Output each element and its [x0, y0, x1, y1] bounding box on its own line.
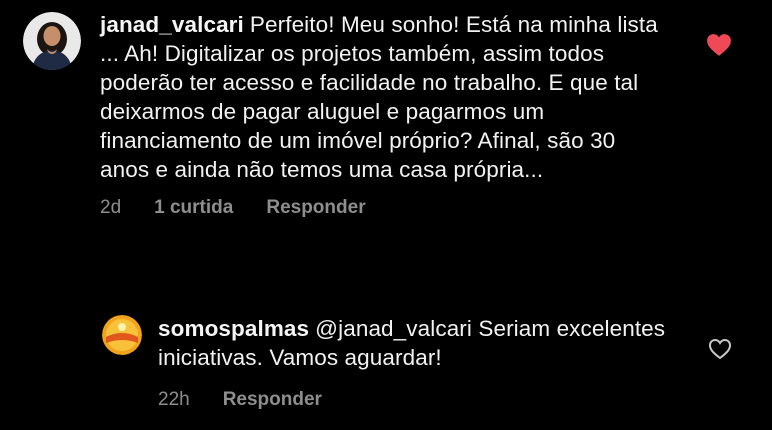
comment-somospalmas: somospalmas @janad_valcari Seriam excelen… [102, 314, 742, 411]
comment-text-block: somospalmas @janad_valcari Seriam excelen… [158, 314, 678, 372]
comment-username[interactable]: somospalmas [158, 316, 309, 341]
reply-button[interactable]: Responder [223, 389, 322, 411]
comment-body: somospalmas @janad_valcari Seriam excelen… [158, 314, 678, 411]
heart-filled-icon[interactable] [706, 33, 732, 57]
avatar-somospalmas[interactable] [102, 315, 142, 355]
heart-outline-icon[interactable] [708, 338, 732, 360]
comment-time: 22h [158, 389, 190, 410]
avatar[interactable] [23, 12, 81, 70]
reply-button[interactable]: Responder [266, 197, 365, 219]
comment-meta: 22h Responder [158, 389, 678, 411]
comment-username[interactable]: janad_valcari [100, 12, 244, 37]
comment-text-block: janad_valcari Perfeito! Meu sonho! Está n… [100, 10, 660, 184]
comment-janad-valcari: janad_valcari Perfeito! Meu sonho! Está n… [23, 10, 723, 219]
comment-body: janad_valcari Perfeito! Meu sonho! Está n… [100, 10, 660, 219]
comment-meta: 2d 1 curtida Responder [100, 197, 660, 219]
comment-text: Perfeito! Meu sonho! Está na minha lista… [100, 12, 658, 182]
comment-time: 2d [100, 197, 122, 218]
comment-likes-count[interactable]: 1 curtida [154, 197, 233, 219]
